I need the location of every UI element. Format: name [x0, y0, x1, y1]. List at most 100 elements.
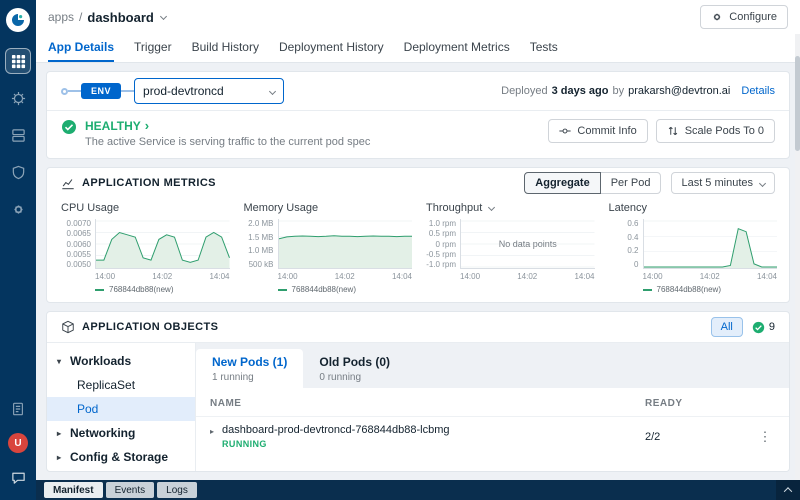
- metrics-header: APPLICATION METRICS Aggregate Per Pod La…: [47, 168, 789, 198]
- tree-item-pod[interactable]: Pod: [47, 397, 195, 421]
- devtron-logo-icon: [12, 14, 24, 26]
- object-tree: ▾ Workloads ReplicaSet Pod ▸ Networking ▸ Confi…: [47, 343, 195, 471]
- y-axis: 2.0 MB 1.5 MB 1.0 MB 500 kB: [242, 219, 278, 269]
- sidebar-item-applications[interactable]: [5, 48, 31, 74]
- tab-old-pods-0[interactable]: Old Pods (0) 0 running: [303, 349, 406, 388]
- sidebar-item-help-chat[interactable]: [5, 464, 31, 490]
- tree-item-label: Pod: [77, 402, 99, 416]
- tree-item-workloads[interactable]: ▾ Workloads: [47, 349, 195, 373]
- commit-info-label: Commit Info: [577, 125, 637, 137]
- devtron-logo[interactable]: [6, 8, 30, 32]
- tab-deployment-metrics[interactable]: Deployment Metrics: [404, 34, 510, 62]
- health-description: The active Service is serving traffic to…: [85, 136, 371, 148]
- breadcrumb-app-name[interactable]: dashboard: [87, 10, 153, 25]
- kebab-menu-icon[interactable]: ⋮: [755, 429, 775, 445]
- sidebar-item-charts[interactable]: [5, 85, 31, 111]
- chevron-down-icon: [758, 179, 767, 187]
- chevron-down-icon[interactable]: [159, 12, 167, 20]
- tree-item-networking[interactable]: ▸ Networking: [47, 421, 195, 445]
- scale-pods-button[interactable]: Scale Pods To 0: [655, 119, 775, 143]
- healthy-count-badge[interactable]: 9: [752, 321, 775, 334]
- sidebar-item-security[interactable]: [5, 159, 31, 185]
- tree-item-label: Config & Storage: [70, 450, 168, 464]
- scrollbar-track[interactable]: [795, 34, 800, 480]
- sidebar-item-deployment-groups[interactable]: [5, 122, 31, 148]
- expand-chevron-icon[interactable]: ▸: [210, 427, 214, 436]
- environment-selected-value: prod-devtroncd: [143, 84, 224, 98]
- chevron-down-icon: [268, 87, 277, 95]
- chevron-down-icon[interactable]: [488, 203, 496, 211]
- x-tick-label: 14:04: [756, 272, 777, 281]
- chart-title-text: Latency: [608, 202, 648, 214]
- bottom-tab-manifest[interactable]: Manifest: [44, 482, 103, 498]
- x-tick-label: 14:00: [460, 272, 481, 281]
- tab-trigger[interactable]: Trigger: [134, 34, 172, 62]
- y-tick-label: 0: [634, 259, 639, 269]
- healthy-check-icon: [62, 120, 76, 134]
- filter-all-button[interactable]: All: [710, 317, 743, 337]
- x-axis: 14:00 14:02 14:04: [643, 272, 778, 281]
- tree-item-label: Networking: [70, 426, 136, 440]
- sidebar-item-documentation[interactable]: [5, 396, 31, 422]
- bottom-tab-logs[interactable]: Logs: [157, 482, 197, 498]
- metrics-mode-segment: Aggregate Per Pod: [524, 172, 662, 194]
- configure-button[interactable]: Configure: [700, 5, 788, 29]
- column-menu-spacer: [755, 398, 775, 409]
- commit-info-button[interactable]: Commit Info: [548, 119, 648, 143]
- metrics-title: APPLICATION METRICS: [82, 177, 216, 189]
- sidebar-item-global-config[interactable]: [5, 196, 31, 222]
- legend-series-name: 768844db88(new): [656, 285, 722, 294]
- tree-item-custom-resource[interactable]: ▸Custom Resource: [47, 469, 195, 471]
- env-row: ENV prod-devtroncd Deployed 3 days ago b…: [47, 72, 789, 110]
- environment-select[interactable]: prod-devtroncd: [134, 78, 285, 104]
- commit-icon: [559, 128, 572, 134]
- tree-item-config-storage[interactable]: ▸ Config & Storage: [47, 445, 195, 469]
- bottombar-tabs: Manifest Events Logs: [44, 482, 200, 498]
- tree-item-replicaset[interactable]: ReplicaSet: [47, 373, 195, 397]
- deployment-status-card: ENV prod-devtroncd Deployed 3 days ago b…: [46, 71, 790, 159]
- pods-table-body: ▸ dashboard-prod-devtroncd-768844db88-lcb…: [196, 416, 789, 456]
- tab-build-history[interactable]: Build History: [192, 34, 259, 62]
- chart-title: Memory Usage: [244, 202, 413, 214]
- chart-title: Throughput: [426, 202, 595, 214]
- x-tick-label: 14:04: [391, 272, 412, 281]
- per-pod-button[interactable]: Per Pod: [599, 172, 662, 194]
- tab-app-details[interactable]: App Details: [48, 34, 115, 62]
- bottom-tab-events[interactable]: Events: [105, 482, 155, 498]
- y-tick-label: 0.2: [627, 246, 639, 256]
- gear-icon: [714, 13, 721, 21]
- chevron-down-icon: ▾: [57, 356, 62, 366]
- breadcrumb-section[interactable]: apps: [48, 10, 74, 24]
- user-avatar[interactable]: U: [8, 433, 28, 453]
- objects-body: ▾ Workloads ReplicaSet Pod ▸ Networking ▸ Confi…: [47, 342, 789, 471]
- time-range-select[interactable]: Last 5 minutes: [671, 172, 775, 194]
- chart-title-text: Memory Usage: [243, 202, 319, 214]
- chart-legend: 768844db88(new): [95, 285, 230, 294]
- no-data-label: No data points: [498, 238, 557, 249]
- chart-title: CPU Usage: [61, 202, 230, 214]
- scrollbar-thumb[interactable]: [795, 56, 800, 151]
- x-axis: 14:00 14:02 14:04: [460, 272, 595, 281]
- details-link[interactable]: Details: [741, 85, 775, 97]
- table-row[interactable]: ▸ dashboard-prod-devtroncd-768844db88-lcb…: [196, 416, 789, 456]
- aggregate-button[interactable]: Aggregate: [524, 172, 601, 194]
- chevron-up-icon: [783, 487, 793, 496]
- table-header: NAME READY: [196, 388, 789, 416]
- tab-deployment-history[interactable]: Deployment History: [279, 34, 384, 62]
- y-axis: 0.6 0.4 0.2 0: [607, 219, 643, 269]
- plot-area: No data points: [460, 219, 595, 269]
- expand-panel-button[interactable]: [776, 480, 800, 500]
- tab-new-pods-1[interactable]: New Pods (1) 1 running: [196, 349, 304, 388]
- env-badge: ENV: [81, 83, 122, 99]
- y-tick-label: 0.5 rpm: [428, 229, 456, 239]
- health-status-link[interactable]: HEALTHY ›: [85, 119, 370, 133]
- y-axis: 1.0 rpm 0.5 rpm 0 rpm -0.5 rpm -1.0 rpm: [424, 219, 460, 269]
- pods-tabs: New Pods (1) 1 running Old Pods (0) 0 runni…: [196, 343, 789, 388]
- x-tick-label: 14:04: [574, 272, 595, 281]
- tab-tests[interactable]: Tests: [530, 34, 558, 62]
- legend-series-name: 768844db88(new): [109, 285, 174, 294]
- y-tick-label: 500 kB: [248, 259, 274, 269]
- deployed-label: Deployed: [501, 85, 548, 97]
- helm-wheel-icon: [11, 91, 25, 105]
- x-tick-label: 14:04: [209, 272, 230, 281]
